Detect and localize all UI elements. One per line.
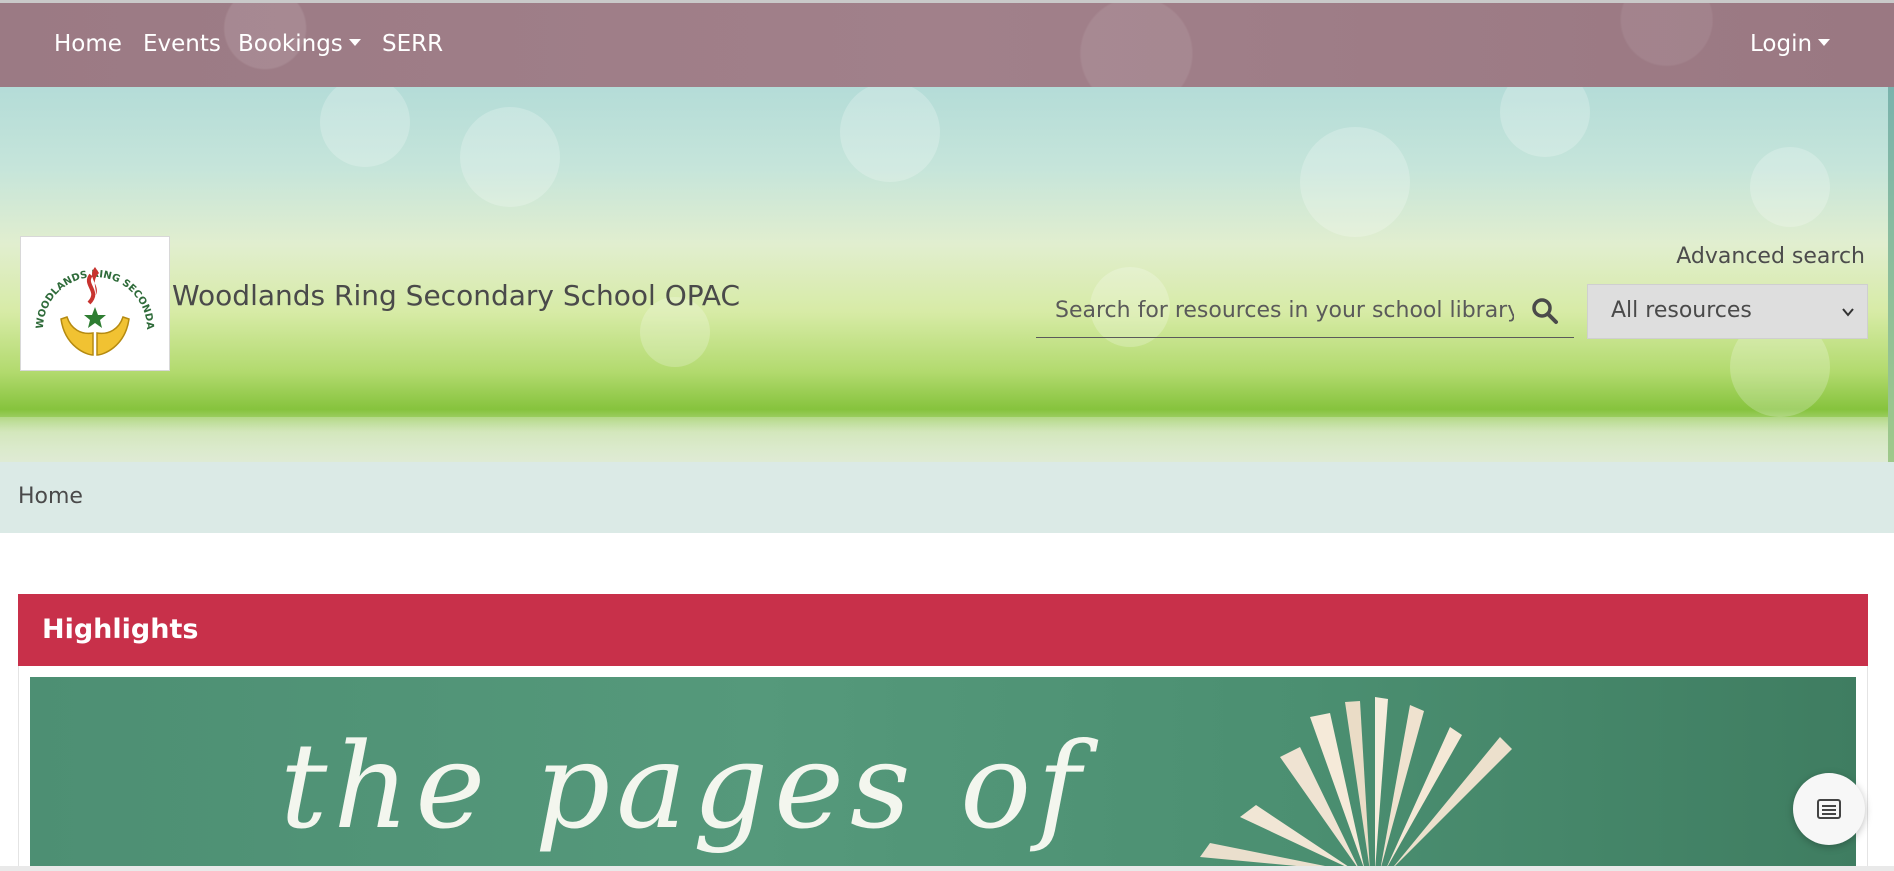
page-scrollbar[interactable] <box>1888 87 1894 462</box>
open-book-icon <box>1200 697 1512 871</box>
nav-bookings-label: Bookings <box>238 31 343 57</box>
search-icon <box>1532 298 1558 324</box>
page: Home Events Bookings SERR Login WOODLAND… <box>0 0 1894 871</box>
chevron-down-icon <box>1842 308 1854 317</box>
school-crest-icon: WOODLANDS RING SECONDARY SCHOOL <box>16 229 155 356</box>
bokeh-decoration <box>1500 87 1590 157</box>
highlight-banner-image[interactable]: the pages of <box>30 677 1856 871</box>
nav-serr[interactable]: SERR <box>382 31 443 57</box>
bokeh-decoration <box>460 107 560 207</box>
highlights-header: Highlights <box>18 594 1868 666</box>
nav-home[interactable]: Home <box>54 31 122 57</box>
banner-chalk-text: the pages of <box>280 717 1087 855</box>
bokeh-decoration <box>320 87 410 167</box>
caret-down-icon <box>348 39 361 46</box>
advanced-search-link[interactable]: Advanced search <box>1676 244 1865 269</box>
bokeh-decoration <box>1300 127 1410 237</box>
search-input[interactable] <box>1036 284 1516 337</box>
highlights-title: Highlights <box>42 614 199 645</box>
list-view-button[interactable] <box>1793 773 1865 845</box>
list-icon <box>1817 799 1841 819</box>
login-label: Login <box>1750 31 1813 57</box>
top-navbar: Home Events Bookings SERR Login <box>0 3 1894 87</box>
search-button[interactable] <box>1530 296 1560 326</box>
breadcrumb-home[interactable]: Home <box>18 484 83 509</box>
caret-down-icon <box>1818 39 1831 46</box>
bokeh-decoration <box>1750 147 1830 227</box>
site-title[interactable]: Woodlands Ring Secondary School OPAC <box>172 279 740 312</box>
hero-banner: WOODLANDS RING SECONDARY SCHOOL Woodland… <box>0 87 1894 462</box>
login-dropdown[interactable]: Login <box>1750 31 1831 57</box>
nav-events[interactable]: Events <box>143 31 221 57</box>
search-bar <box>1036 284 1574 338</box>
nav-bookings-dropdown[interactable]: Bookings <box>238 31 361 57</box>
school-logo[interactable]: WOODLANDS RING SECONDARY SCHOOL <box>16 229 170 371</box>
resource-type-select[interactable]: All resources <box>1587 284 1868 339</box>
resource-type-selected: All resources <box>1611 298 1752 323</box>
reflection-strip <box>0 417 1894 462</box>
bottom-edge <box>0 866 1894 871</box>
breadcrumb: Home <box>0 462 1894 533</box>
bokeh-decoration <box>840 87 940 182</box>
